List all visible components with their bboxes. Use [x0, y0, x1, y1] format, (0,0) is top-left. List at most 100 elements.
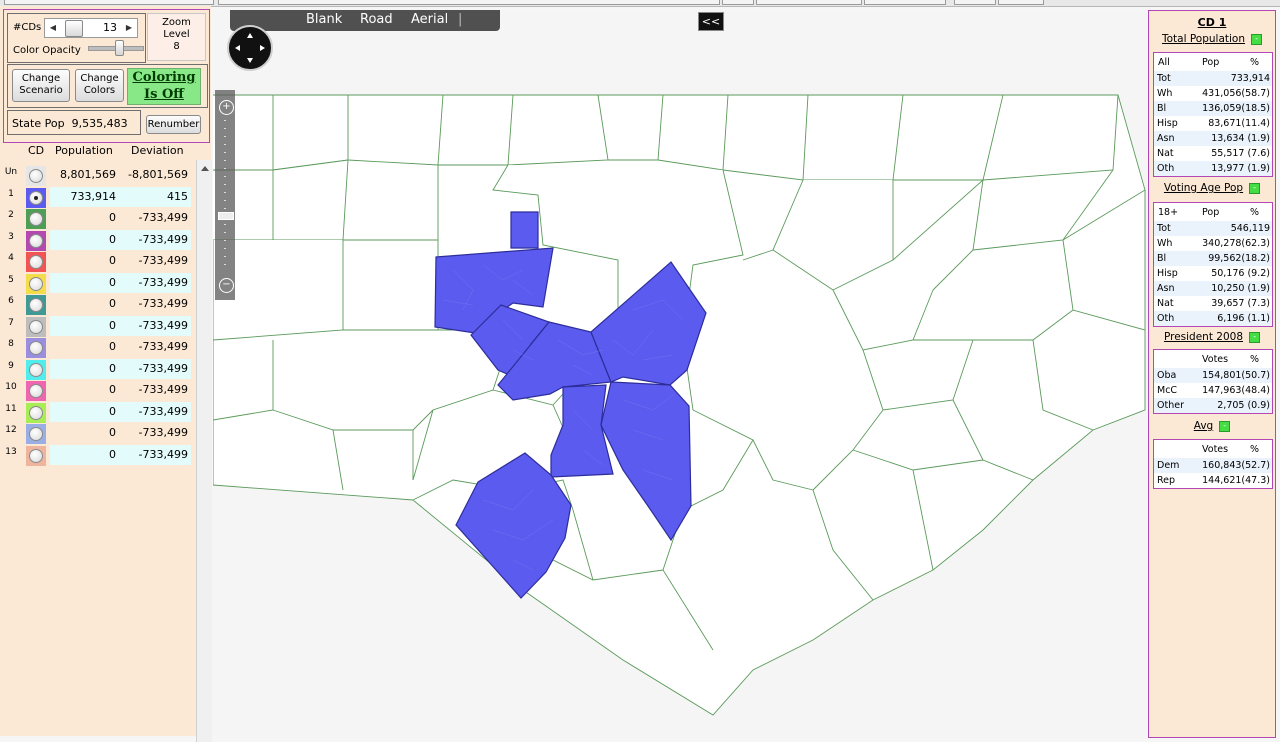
deviation-cell: -733,499	[138, 211, 188, 224]
table-row[interactable]: 7 0 -733,499	[0, 315, 196, 337]
cds-stepper[interactable]: ◀ 13 ▶	[44, 18, 138, 38]
district-table-header: CD Population Deviation	[0, 142, 196, 160]
cd-number: 10	[5, 382, 17, 392]
stats-row-value: 340,278(62.3)	[1202, 238, 1270, 249]
cd-number: 6	[8, 296, 14, 306]
zoom-value: 8	[173, 41, 180, 52]
table-row[interactable]: 2 0 -733,499	[0, 208, 196, 229]
district-radio-button[interactable]	[29, 448, 43, 463]
collapse-minus-icon[interactable]: -	[1249, 182, 1261, 194]
table-row[interactable]: 9 0 -733,499	[0, 358, 196, 380]
pan-arrows-icon	[235, 33, 265, 63]
zoom-out-icon[interactable]: −	[219, 278, 234, 293]
district-color-swatch[interactable]	[26, 402, 46, 423]
stats-row-value: 13,634 (1.9)	[1211, 133, 1270, 144]
district-color-swatch[interactable]	[26, 359, 46, 380]
coloring-toggle-button[interactable]: Coloring Is Off	[127, 68, 201, 105]
scroll-up-arrow-icon[interactable]	[201, 166, 209, 171]
district-color-swatch[interactable]	[26, 166, 46, 186]
opacity-slider[interactable]	[88, 40, 144, 56]
stats-col-0: All	[1158, 57, 1170, 68]
opacity-slider-knob[interactable]	[115, 40, 124, 56]
district-radio-button[interactable]	[29, 341, 43, 355]
tab-road[interactable]: Road	[360, 12, 393, 27]
district-color-swatch[interactable]	[26, 295, 46, 315]
avg-heading[interactable]: Avg -	[1149, 420, 1275, 432]
decrement-arrow-icon[interactable]: ◀	[45, 19, 61, 37]
district-radio-button[interactable]	[29, 212, 43, 226]
top-tab[interactable]	[864, 0, 946, 5]
district-color-swatch[interactable]	[26, 316, 46, 337]
population-cell: 0	[109, 297, 116, 310]
population-cell: 0	[109, 211, 116, 224]
table-scrollbar[interactable]	[196, 160, 212, 742]
district-radio-button[interactable]	[29, 276, 43, 291]
stats-row-value: 2,705 (0.9)	[1217, 400, 1270, 411]
vap-heading[interactable]: Voting Age Pop -	[1149, 182, 1275, 194]
top-tab[interactable]	[954, 0, 996, 5]
district-radio-button[interactable]	[29, 427, 43, 441]
district-radio-button[interactable]	[29, 319, 43, 334]
stats-row-label: Oba	[1157, 370, 1177, 381]
district-color-swatch[interactable]	[26, 273, 46, 294]
table-row[interactable]: 13 0 -733,499	[0, 444, 196, 466]
district-radio-button[interactable]	[29, 190, 43, 205]
table-row[interactable]: 8 0 -733,499	[0, 337, 196, 358]
district-color-swatch[interactable]	[26, 230, 46, 251]
table-row[interactable]: 4 0 -733,499	[0, 251, 196, 272]
stats-row-value: 83,671(11.4)	[1208, 118, 1270, 129]
table-row[interactable]: 11 0 -733,499	[0, 401, 196, 423]
collapse-button[interactable]: <<	[698, 12, 724, 31]
zoom-in-icon[interactable]: +	[219, 100, 234, 115]
pres-heading[interactable]: President 2008-	[1149, 331, 1275, 343]
district-radio-button[interactable]	[29, 298, 43, 312]
map-view[interactable]	[213, 10, 1146, 736]
zoom-slider-thumb[interactable]	[218, 212, 234, 220]
top-tab[interactable]	[756, 0, 862, 5]
district-color-swatch[interactable]	[26, 424, 46, 444]
stats-row: Rep 144,621(47.3)	[1154, 473, 1272, 488]
district-radio-button[interactable]	[29, 362, 43, 377]
district-radio-button[interactable]	[29, 233, 43, 248]
table-row[interactable]: 1 733,914 415	[0, 186, 196, 208]
zoom-rail[interactable]: + −	[215, 90, 235, 300]
table-row[interactable]: 10 0 -733,499	[0, 380, 196, 401]
tab-aerial[interactable]: Aerial	[411, 12, 448, 27]
district-radio-button[interactable]	[29, 405, 43, 420]
district-color-swatch[interactable]	[26, 252, 46, 272]
district-radio-button[interactable]	[29, 255, 43, 269]
total-pop-heading[interactable]: Total Population -	[1149, 33, 1275, 45]
district-color-swatch[interactable]	[26, 209, 46, 229]
collapse-minus-icon[interactable]: -	[1219, 420, 1231, 432]
change-colors-line2: Colors	[83, 85, 116, 96]
deviation-cell: -733,499	[138, 426, 188, 439]
zoom-label-line1: Zoom	[162, 17, 191, 28]
district-radio-button[interactable]	[29, 169, 43, 183]
top-tab[interactable]	[998, 0, 1044, 5]
change-scenario-button[interactable]: Change Scenario	[12, 69, 70, 102]
table-row[interactable]: 12 0 -733,499	[0, 423, 196, 444]
change-colors-button[interactable]: Change Colors	[75, 69, 124, 102]
district-color-swatch[interactable]	[26, 187, 46, 208]
collapse-minus-icon[interactable]: -	[1251, 33, 1263, 45]
stats-row: Tot 733,914	[1154, 71, 1272, 86]
collapse-minus-icon[interactable]: -	[1249, 331, 1261, 343]
pan-compass-icon[interactable]	[227, 25, 273, 71]
cds-stepper-thumb[interactable]	[65, 20, 83, 37]
district-color-swatch[interactable]	[26, 445, 46, 466]
district-radio-button[interactable]	[29, 384, 43, 398]
county-map[interactable]	[213, 10, 1146, 736]
table-row[interactable]: 3 0 -733,499	[0, 229, 196, 251]
table-row[interactable]: 5 0 -733,499	[0, 272, 196, 294]
top-tab[interactable]	[722, 0, 754, 5]
district-color-swatch[interactable]	[26, 338, 46, 358]
district-color-swatch[interactable]	[26, 381, 46, 401]
increment-arrow-icon[interactable]: ▶	[121, 19, 137, 37]
table-row[interactable]: 6 0 -733,499	[0, 294, 196, 315]
table-row[interactable]: Un 8,801,569 -8,801,569	[0, 165, 196, 186]
top-tab[interactable]	[4, 0, 214, 5]
renumber-button[interactable]: Renumber	[146, 115, 201, 134]
tab-blank[interactable]: Blank	[306, 12, 342, 27]
top-tab[interactable]	[218, 0, 720, 5]
stats-col-2: %	[1250, 57, 1260, 68]
